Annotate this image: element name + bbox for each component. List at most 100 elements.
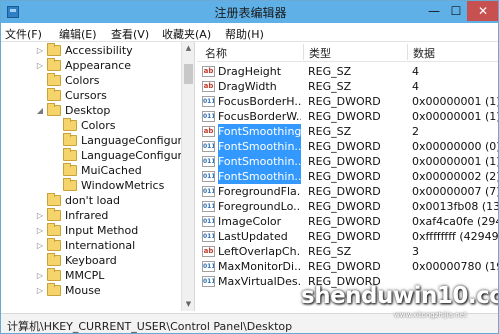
list-row[interactable]: 011 LastUpdated REG_DWORD 0xffffffff (42… [197,229,499,244]
value-name: FocusBorderW... [218,110,301,123]
tree-item-label: Mouse [65,284,101,297]
value-name: ForegroundFla... [218,185,301,198]
list-row-selected[interactable]: ab FontSmoothing REG_SZ 2 [197,124,498,139]
list-row-selected[interactable]: 011 FontSmoothin... REG_DWORD 0x00000002… [197,169,498,184]
value-type: REG_DWORD [308,260,381,273]
scroll-down-arrow-icon[interactable]: ▼ [182,298,194,310]
list-row[interactable]: ab LeftOverlapCh... REG_SZ 3 [197,244,498,259]
binary-value-icon: 011 [202,276,215,287]
column-header-type[interactable]: 类型 [309,45,331,61]
value-name: FontSmoothin... [218,169,301,184]
folder-icon [47,283,61,296]
tree-scrollbar[interactable]: ▲ ▼ [181,42,194,311]
expand-arrow-icon[interactable]: ▷ [35,268,45,283]
value-data: 0x00000780 (19 [412,260,499,273]
value-name: FontSmoothing [218,124,301,139]
value-type: REG_SZ [308,125,352,138]
expand-arrow-icon[interactable]: ▷ [35,208,45,223]
expand-arrow-icon[interactable]: ▷ [35,58,45,73]
binary-value-icon: 011 [202,186,215,197]
maximize-button[interactable]: ☐ [445,1,467,21]
value-type: REG_SZ [308,245,352,258]
folder-icon [63,148,77,161]
value-data: 4 [412,65,419,78]
value-data: 0x00000001 (1) [412,95,499,108]
value-name: ImageColor [218,215,282,228]
binary-value-icon: 011 [202,231,215,242]
list-row-selected[interactable]: 011 FontSmoothin... REG_DWORD 0x00000000… [197,139,498,154]
tree-item-label: don't load [65,194,121,207]
string-value-icon: ab [202,126,215,137]
value-data: 0x00000001 (1) [412,155,499,168]
tree-item-label: MuiCached [81,164,142,177]
value-data: 3 [412,245,419,258]
watermark-text: shenduwin10.com [301,283,498,309]
menu-view[interactable]: 查看(V) [111,26,149,42]
menu-help[interactable]: 帮助(H) [225,26,264,42]
folder-icon [63,118,77,131]
value-name: ForegroundLo... [218,200,301,213]
string-value-icon: ab [202,246,215,257]
value-type: REG_DWORD [308,200,381,213]
value-data: 0x00000001 (1) [412,110,499,123]
minimize-button[interactable]: — [423,1,445,21]
string-value-icon: ab [202,81,215,92]
value-data: 4 [412,80,419,93]
value-type: REG_DWORD [308,110,381,123]
column-header-data[interactable]: 数据 [413,45,435,61]
folder-icon [47,88,61,101]
list-header: 名称 类型 数据 [197,42,498,62]
folder-icon [63,133,77,146]
value-data: 0x00000007 (7) [412,185,499,198]
folder-icon [63,163,77,176]
column-separator[interactable] [303,44,304,60]
list-row[interactable]: ab DragHeight REG_SZ 4 [197,64,498,79]
tree-item-label: Colors [65,74,100,87]
expand-arrow-icon[interactable]: ▷ [35,223,45,238]
values-list: 名称 类型 数据 ab DragHeight REG_SZ 4 ab DragW… [197,42,499,311]
expand-arrow-icon[interactable]: ▷ [35,238,45,253]
scroll-up-arrow-icon[interactable]: ▲ [182,42,194,54]
tree-item-label: Keyboard [65,254,117,267]
list-row[interactable]: 011 ForegroundLo... REG_DWORD 0x0013fb08… [197,199,498,214]
menu-edit[interactable]: 编辑(E) [59,26,97,42]
watermark-subtext: www.xitongzhijia.net [394,311,467,319]
tree-scrollbar-thumb[interactable] [184,64,193,84]
string-value-icon: ab [202,66,215,77]
list-row[interactable]: 011 ForegroundFla... REG_DWORD 0x0000000… [197,184,499,199]
value-type: REG_DWORD [308,230,381,243]
folder-icon [47,58,61,71]
expand-arrow-icon[interactable]: ▷ [35,283,45,298]
binary-value-icon: 011 [202,216,215,227]
value-data: 0xffffffff (42949 [412,230,499,243]
column-separator[interactable] [407,44,408,60]
list-row[interactable]: 011 MaxMonitorDi... REG_DWORD 0x00000780… [197,259,499,274]
collapse-arrow-icon[interactable]: ◢ [35,103,45,118]
value-type: REG_DWORD [308,140,381,153]
tree-item-label: LanguageConfigura [81,134,189,147]
value-type: REG_DWORD [308,185,381,198]
menu-favorites[interactable]: 收藏夹(A) [162,26,211,42]
expand-arrow-icon[interactable]: ▷ [35,43,45,58]
value-data: 2 [412,125,419,138]
value-name: DragHeight [218,65,282,78]
close-button[interactable]: ✕ [467,1,498,21]
value-name: DragWidth [218,80,277,93]
list-row[interactable]: 011 ImageColor REG_DWORD 0xaf4ca0fe (294 [197,214,498,229]
list-row[interactable]: 011 FocusBorderH... REG_DWORD 0x00000001… [197,94,499,109]
registry-tree: ▷ Accessibility ▷ Appearance Colors Curs… [1,42,195,311]
list-row[interactable]: 011 FocusBorderW... REG_DWORD 0x00000001… [197,109,499,124]
value-name: MaxMonitorDi... [218,260,301,273]
tree-item-label: MMCPL [65,269,105,282]
column-header-name[interactable]: 名称 [205,45,227,61]
list-row-selected[interactable]: 011 FontSmoothin... REG_DWORD 0x00000001… [197,154,499,169]
tree-item-label: International [65,239,136,252]
value-name: LastUpdated [218,230,288,243]
value-name: LeftOverlapCh... [218,245,301,258]
tree-item-label: Desktop [65,104,111,117]
value-name: FocusBorderH... [218,95,301,108]
binary-value-icon: 011 [202,111,215,122]
menu-file[interactable]: 文件(F) [5,26,42,42]
title-bar[interactable]: 注册表编辑器 — ☐ ✕ [1,1,498,23]
list-row[interactable]: ab DragWidth REG_SZ 4 [197,79,498,94]
